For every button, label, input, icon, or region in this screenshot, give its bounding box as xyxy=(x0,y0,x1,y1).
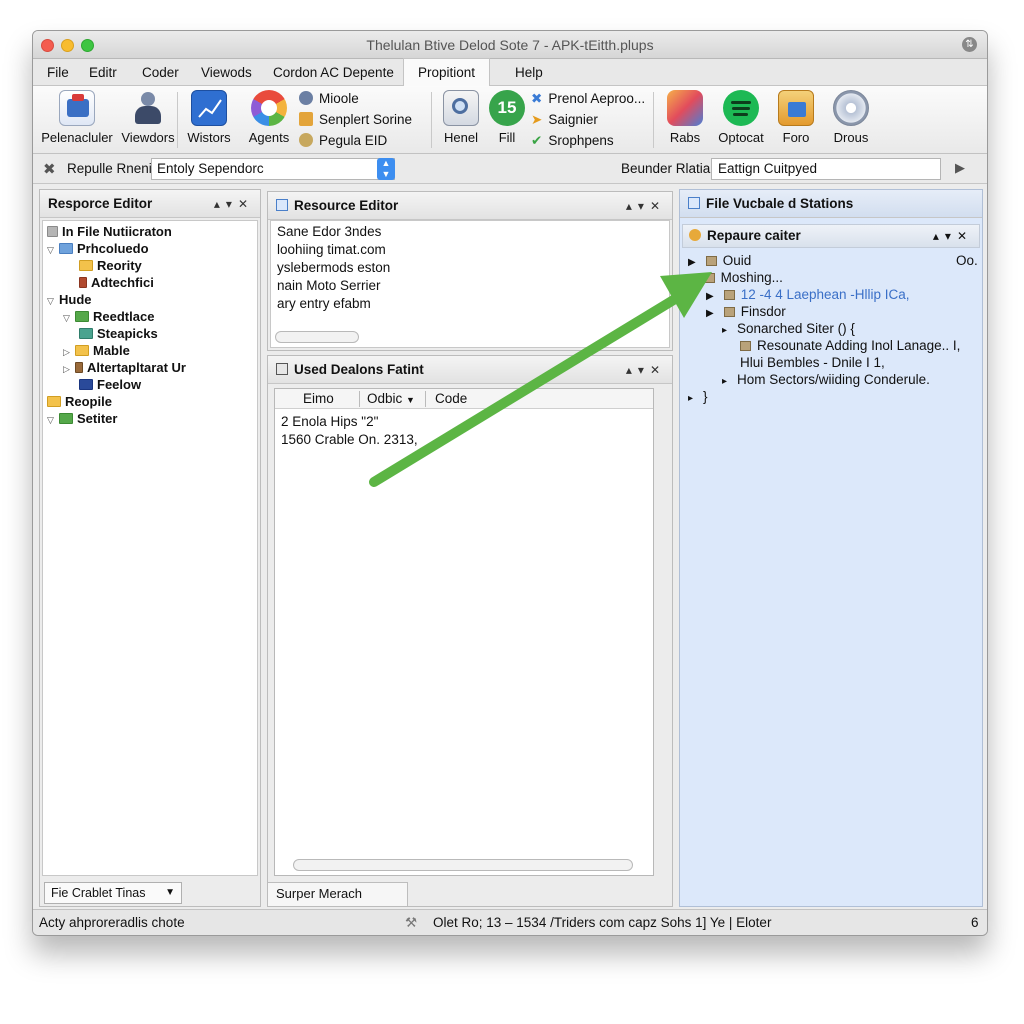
annotation-arrow xyxy=(369,272,712,487)
